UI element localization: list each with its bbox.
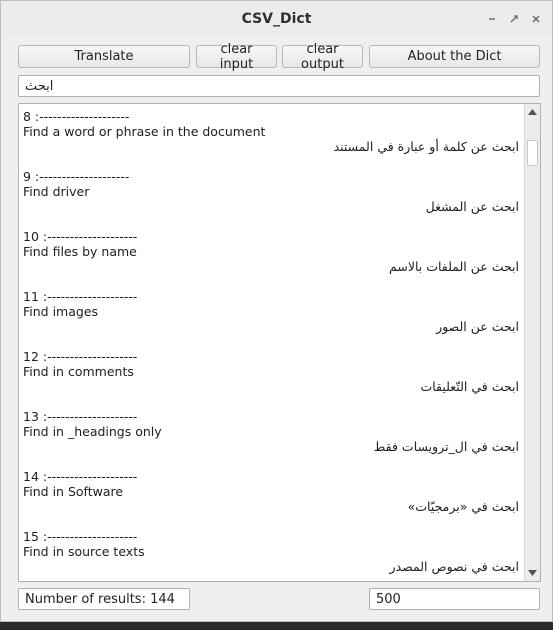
- result-english: Find in Software: [23, 484, 124, 499]
- result-arabic: ابحث في التّعليقات: [420, 379, 519, 394]
- result-english: Find driver: [23, 184, 90, 199]
- result-arabic: ابحث في ال_ترويسات فقط: [373, 439, 519, 454]
- close-icon[interactable]: [528, 11, 544, 27]
- result-entry: 12 :-------------------- Find in comments…: [23, 349, 519, 394]
- result-separator: 13 :--------------------: [23, 409, 138, 424]
- result-separator: 14 :--------------------: [23, 469, 138, 484]
- arrow-down-icon[interactable]: [525, 566, 540, 580]
- result-english: Find a word or phrase in the document: [23, 124, 266, 139]
- result-separator: 9 :--------------------: [23, 169, 130, 184]
- restore-icon[interactable]: [506, 11, 522, 27]
- window-title: CSV_Dict: [241, 11, 312, 27]
- clear-input-button[interactable]: clear input: [196, 42, 277, 72]
- app-window: CSV_Dict Translate clear input clear out…: [0, 0, 553, 622]
- result-entry: 8 :-------------------- Find a word or ph…: [23, 109, 519, 154]
- result-arabic: ابحث في «برمجيّات»: [407, 499, 519, 514]
- result-arabic: ابحث عن المشغل: [425, 199, 519, 214]
- result-english: Find in _headings only: [23, 424, 162, 439]
- vertical-scrollbar[interactable]: [524, 104, 540, 581]
- search-input-value: ابحث: [25, 78, 54, 94]
- result-entry: 14 :-------------------- Find in Software…: [23, 469, 519, 514]
- result-entry: 10 :-------------------- Find files by na…: [23, 229, 519, 274]
- clear-output-button[interactable]: clear output: [282, 42, 363, 72]
- result-arabic: ابحث في نصوص المصدر: [389, 559, 519, 574]
- result-arabic: ابحث عن كلمة أو عبارة في المستند: [333, 139, 519, 154]
- results-count-field[interactable]: Number of results: 144: [18, 588, 190, 610]
- result-entry: 9 :-------------------- Find driver ابحث ع…: [23, 169, 519, 214]
- result-separator: 12 :--------------------: [23, 349, 138, 364]
- result-arabic: ابحث عن الملفات بالاسم: [389, 259, 519, 274]
- result-entry: 15 :-------------------- Find in source t…: [23, 529, 519, 574]
- translate-button[interactable]: Translate: [18, 45, 190, 68]
- scroll-thumb[interactable]: [527, 140, 538, 166]
- results-count-text: Number of results: 144: [25, 591, 175, 607]
- result-separator: 11 :--------------------: [23, 289, 138, 304]
- result-english: Find files by name: [23, 244, 137, 259]
- arrow-up-icon[interactable]: [525, 105, 540, 119]
- result-arabic: ابحث عن الصور: [436, 319, 519, 334]
- minimize-icon[interactable]: [484, 11, 500, 27]
- result-entry: 11 :-------------------- Find images ابحث …: [23, 289, 519, 334]
- about-button[interactable]: About the Dict: [369, 45, 540, 68]
- result-english: Find in comments: [23, 364, 134, 379]
- result-english: Find in source texts: [23, 544, 145, 559]
- result-english: Find images: [23, 304, 99, 319]
- search-input[interactable]: ابحث: [18, 75, 540, 97]
- limit-value: 500: [376, 591, 401, 607]
- limit-field[interactable]: 500: [369, 588, 540, 610]
- result-separator: 10 :--------------------: [23, 229, 138, 244]
- result-separator: 8 :--------------------: [23, 109, 130, 124]
- results-list: 8 :-------------------- Find a word or ph…: [23, 109, 519, 581]
- result-separator: 15 :--------------------: [23, 529, 138, 544]
- toolbar: Translate clear input clear output About…: [18, 42, 540, 72]
- result-entry: 13 :-------------------- Find in _heading…: [23, 409, 519, 454]
- output-text-area[interactable]: 8 :-------------------- Find a word or ph…: [18, 103, 541, 582]
- window-controls: [484, 11, 544, 27]
- title-bar[interactable]: CSV_Dict: [1, 1, 552, 37]
